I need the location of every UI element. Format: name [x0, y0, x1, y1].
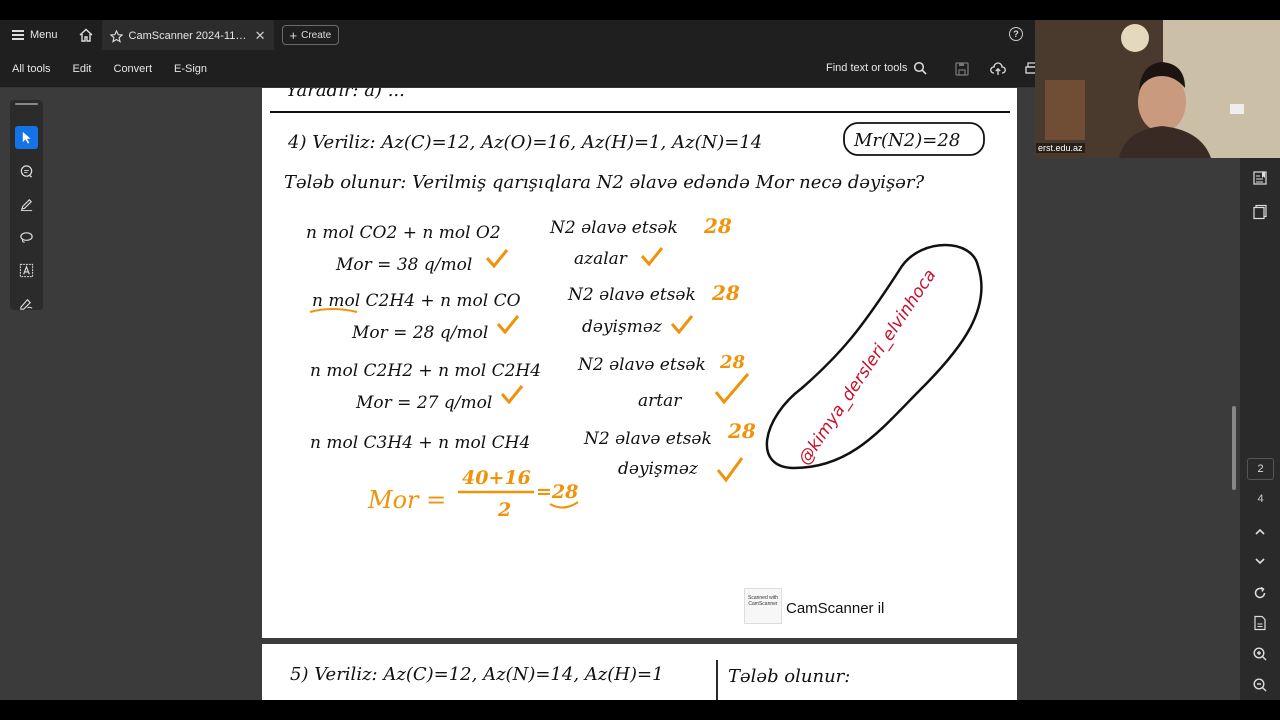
main-toolbar: All tools Edit Convert E-Sign Find text … — [0, 50, 1039, 88]
row7-left: n mol C3H4 + n mol CH4 — [310, 433, 530, 453]
tab-title: CamScanner 2024-11-21 1... — [128, 30, 249, 42]
chevron-down-icon[interactable] — [1252, 553, 1268, 569]
find-tools-button[interactable]: Find text or tools — [826, 61, 927, 75]
handwritten-content: Yaradır: a) ... 4) Veriliz: Az(C)=12, Az… — [270, 88, 1010, 521]
cloud-upload-icon[interactable] — [990, 61, 1006, 77]
find-label: Find text or tools — [826, 62, 908, 74]
row4-right: dəyişməz — [582, 317, 663, 337]
menu-button[interactable]: Menu — [0, 20, 70, 50]
page2-given: 5) Veriliz: Az(C)=12, Az(N)=14, Az(H)=1 — [290, 664, 664, 685]
search-icon — [914, 61, 927, 75]
home-icon — [79, 28, 93, 42]
chevron-up-icon[interactable] — [1252, 524, 1268, 540]
row5-right: N2 əlavə etsək — [577, 355, 706, 375]
row6-left: Mor = 27 q/mol — [355, 393, 492, 413]
zoom-out-icon[interactable] — [1252, 677, 1268, 693]
create-label: Create — [301, 29, 332, 41]
row8-right: dəyişməz — [618, 459, 699, 479]
menu-label: Menu — [30, 29, 58, 41]
row2-right: azalar — [574, 249, 628, 269]
row1-left: n mol CO2 + n mol O2 — [306, 223, 501, 243]
vertical-scrollbar[interactable] — [1232, 406, 1236, 490]
row3-num: 28 — [711, 281, 740, 305]
left-tool-panel — [10, 100, 43, 310]
top-letterbox — [0, 0, 1280, 20]
cut-heading: Yaradır: a) ... — [286, 88, 405, 101]
help-icon[interactable]: ? — [1009, 27, 1023, 41]
star-icon[interactable] — [109, 29, 123, 43]
text-tool[interactable] — [15, 259, 38, 282]
close-tab-icon[interactable]: ✕ — [255, 28, 266, 44]
page2-required: Tələb olunur: — [728, 666, 850, 687]
menu-convert[interactable]: Convert — [103, 63, 164, 75]
row1-right: N2 əlavə etsək — [549, 218, 678, 238]
extract-page-icon[interactable] — [1252, 615, 1268, 631]
formula-lhs: Mor = — [367, 486, 446, 514]
page2-handwriting: 5) Veriliz: Az(C)=12, Az(N)=14, Az(H)=1 … — [290, 660, 850, 700]
formula-result: =28 — [536, 481, 578, 503]
sign-tool[interactable] — [15, 292, 38, 315]
signature-icon — [20, 298, 33, 310]
webcam-overlay — [1035, 20, 1280, 158]
text-box-icon — [19, 263, 34, 278]
total-pages: 4 — [1257, 493, 1264, 505]
boxed-molar-mass: Mr(N2)=28 — [853, 130, 960, 151]
menu-all-tools[interactable]: All tools — [0, 63, 62, 75]
row3-right: N2 əlavə etsək — [567, 285, 696, 305]
pdf-page-1: Yaradır: a) ... 4) Veriliz: Az(C)=12, Az… — [262, 88, 1017, 638]
row5-left: n mol C2H2 + n mol C2H4 — [310, 361, 541, 381]
cursor-icon — [22, 131, 31, 144]
lasso-icon — [20, 232, 33, 243]
row5-num: 28 — [719, 352, 746, 373]
draw-tool[interactable] — [15, 226, 38, 249]
create-button[interactable]: + Create — [281, 25, 340, 45]
select-tool[interactable] — [15, 126, 38, 149]
camscanner-stamp: Scanned with CamScanner — [744, 588, 782, 624]
row7-right: N2 əlavə etsək — [583, 429, 712, 449]
home-button[interactable] — [70, 20, 102, 50]
current-page-field[interactable]: 2 — [1247, 458, 1274, 480]
required-line: Tələb olunur: Verilmiş qarışıqlara N2 əl… — [284, 172, 924, 193]
document-tab[interactable]: CamScanner 2024-11-21 1... ✕ — [101, 20, 274, 50]
plus-icon: + — [289, 27, 298, 43]
pages-panel-icon[interactable] — [1252, 204, 1268, 220]
formula-numerator: 40+16 — [462, 467, 531, 489]
comment-icon — [20, 165, 33, 178]
webcam-label: erst.edu.az — [1036, 143, 1085, 153]
menu-esign[interactable]: E-Sign — [163, 63, 218, 75]
row4-left: Mor = 28 q/mol — [351, 323, 488, 343]
tab-bar: Menu CamScanner 2024-11-21 1... ✕ + Crea… — [0, 20, 1035, 50]
formula-denominator: 2 — [497, 499, 511, 521]
bookmark-panel-icon[interactable] — [1252, 170, 1268, 186]
row7-num: 28 — [727, 419, 756, 443]
pdf-page-2: 5) Veriliz: Az(C)=12, Az(N)=14, Az(H)=1 … — [262, 644, 1017, 700]
save-icon[interactable] — [954, 61, 970, 77]
rotate-icon[interactable] — [1252, 585, 1268, 601]
row6-right: artar — [638, 391, 682, 411]
app-root: Menu CamScanner 2024-11-21 1... ✕ + Crea… — [0, 0, 1280, 720]
camscanner-text: CamScanner il — [786, 600, 885, 617]
comment-tool[interactable] — [15, 160, 38, 183]
panel-grip[interactable] — [15, 103, 38, 105]
given-line: 4) Veriliz: Az(C)=12, Az(O)=16, Az(H)=1,… — [287, 132, 762, 153]
document-viewer[interactable]: Yaradır: a) ... 4) Veriliz: Az(C)=12, Az… — [0, 88, 1240, 700]
row3-left: n mol C2H4 + n mol CO — [312, 291, 521, 311]
watermark-handle: @kimya_dersleri_elvinhoca — [795, 266, 941, 469]
zoom-in-icon[interactable] — [1252, 646, 1268, 662]
highlight-tool[interactable] — [15, 193, 38, 216]
hamburger-icon — [12, 30, 24, 40]
row2-left: Mor = 38 q/mol — [335, 255, 472, 275]
pen-icon — [20, 199, 33, 212]
webcam-video — [1035, 20, 1280, 158]
menu-edit[interactable]: Edit — [62, 63, 103, 75]
row1-num: 28 — [703, 214, 732, 238]
bottom-letterbox — [0, 700, 1280, 720]
right-rail: 2 4 — [1240, 158, 1280, 700]
